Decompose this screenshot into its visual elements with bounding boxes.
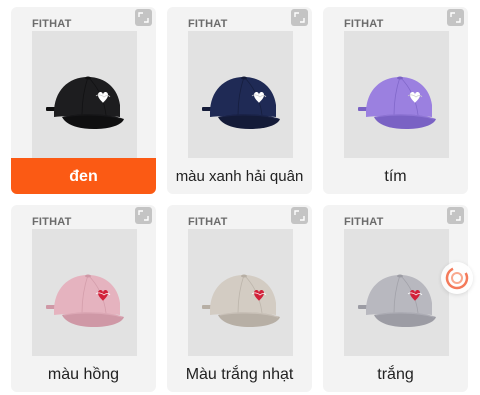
brand-label: FITHAT [188, 216, 228, 228]
expand-icon[interactable] [135, 9, 152, 26]
refresh-badge-icon[interactable] [441, 262, 473, 294]
variant-card-purple[interactable]: FITHAT tím [323, 7, 468, 194]
cap-illustration [202, 274, 280, 327]
cap-image [188, 31, 293, 158]
cap-illustration [202, 76, 280, 129]
cap-image [344, 31, 449, 158]
variant-card-grey[interactable]: FITHAT trắng [323, 205, 468, 392]
expand-icon[interactable] [291, 207, 308, 224]
cap-image [32, 31, 137, 158]
variant-label: màu hồng [47, 365, 120, 383]
cap-illustration [46, 76, 124, 129]
brand-label: FITHAT [32, 216, 72, 228]
variant-label: trắng [377, 365, 414, 383]
variant-card-den[interactable]: FITHAT đen [11, 7, 156, 194]
brand-label: FITHAT [344, 216, 384, 228]
cap-image [344, 229, 449, 356]
cap-image [188, 229, 293, 356]
expand-icon[interactable] [447, 9, 464, 26]
expand-icon[interactable] [447, 207, 464, 224]
cap-illustration [358, 274, 436, 327]
brand-label: FITHAT [32, 18, 72, 30]
brand-label: FITHAT [188, 18, 228, 30]
variant-grid: FITHAT đen FITHAT màu xanh hải quân FITH… [0, 0, 480, 395]
variant-label: màu xanh hải quân [175, 167, 304, 185]
variant-label: Màu trắng nhạt [185, 365, 294, 383]
variant-card-navy[interactable]: FITHAT màu xanh hải quân [167, 7, 312, 194]
cap-illustration [358, 76, 436, 129]
cap-image [32, 229, 137, 356]
variant-card-beige[interactable]: FITHAT Màu trắng nhạt [167, 205, 312, 392]
variant-label: đen [11, 158, 156, 194]
brand-label: FITHAT [344, 18, 384, 30]
variant-card-pink[interactable]: FITHAT màu hồng [11, 205, 156, 392]
expand-icon[interactable] [291, 9, 308, 26]
variant-label: tím [384, 167, 407, 185]
expand-icon[interactable] [135, 207, 152, 224]
cap-illustration [46, 274, 124, 327]
